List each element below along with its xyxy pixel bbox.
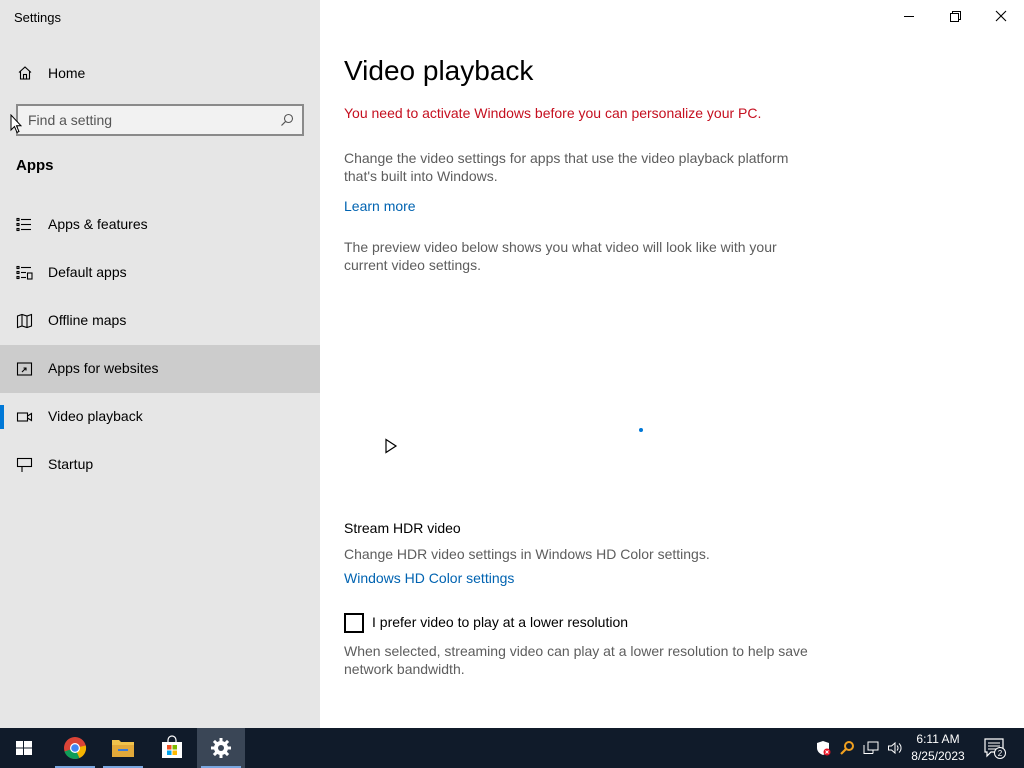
mouse-cursor-icon: [10, 114, 22, 134]
preview-description: The preview video below shows you what v…: [344, 239, 777, 273]
hdr-description: Change HDR video settings in Windows HD …: [344, 546, 710, 562]
play-icon[interactable]: [384, 438, 398, 454]
settings-window: Settings Home Apps: [0, 0, 1024, 768]
video-icon: [16, 412, 33, 422]
startup-icon: [16, 457, 33, 472]
taskbar-store[interactable]: [148, 728, 196, 768]
start-button[interactable]: [0, 728, 48, 768]
action-center-button[interactable]: 2: [976, 728, 1024, 768]
sidebar-item-label: Apps & features: [48, 216, 148, 232]
clock-time: 6:11 AM: [916, 732, 960, 746]
search-key-icon[interactable]: [839, 740, 855, 756]
learn-more-link[interactable]: Learn more: [344, 198, 416, 214]
video-preview[interactable]: [344, 290, 904, 500]
map-icon: [16, 313, 33, 329]
lower-resolution-checkbox[interactable]: [344, 613, 364, 633]
default-apps-icon: [16, 265, 33, 280]
loading-indicator: [639, 428, 643, 432]
sidebar-item-offline-maps[interactable]: Offline maps: [0, 297, 320, 345]
taskbar-clock[interactable]: 6:11 AM 8/25/2023: [908, 731, 968, 765]
taskbar-chrome[interactable]: [51, 728, 99, 768]
start-icon: [16, 741, 32, 755]
minimize-icon: [904, 16, 914, 17]
file-explorer-icon: [112, 740, 134, 757]
lower-resolution-help: When selected, streaming video can play …: [344, 643, 808, 677]
minimize-button[interactable]: [886, 0, 932, 32]
search-icon[interactable]: [280, 113, 294, 127]
section-title: Apps: [16, 157, 54, 174]
clock-date: 8/25/2023: [911, 749, 965, 763]
volume-icon[interactable]: [887, 740, 903, 756]
page-title: Video playback: [344, 55, 534, 86]
window-title: Settings: [14, 10, 61, 25]
main-content: Video playback You need to activate Wind…: [320, 0, 1024, 728]
hd-color-settings-link[interactable]: Windows HD Color settings: [344, 570, 514, 586]
home-nav-item[interactable]: Home: [0, 56, 320, 90]
sidebar-item-apps-features[interactable]: Apps & features: [0, 201, 320, 249]
description-text: Change the video settings for apps that …: [344, 150, 789, 184]
search-box[interactable]: [16, 104, 304, 136]
selection-indicator: [0, 405, 4, 429]
settings-icon: [211, 738, 231, 758]
taskbar-file-explorer[interactable]: [99, 728, 147, 768]
notification-count: 2: [998, 749, 1003, 758]
sidebar-item-default-apps[interactable]: Default apps: [0, 249, 320, 297]
home-icon: [18, 66, 32, 80]
security-shield-icon[interactable]: [815, 740, 831, 756]
sidebar: Settings Home Apps: [0, 0, 320, 728]
taskbar-settings[interactable]: [197, 728, 245, 768]
sidebar-item-apps-for-websites[interactable]: Apps for websites: [0, 345, 320, 393]
close-button[interactable]: [978, 0, 1024, 32]
sidebar-item-label: Video playback: [48, 408, 143, 424]
apps-websites-icon: [16, 362, 33, 376]
restore-button[interactable]: [932, 0, 978, 32]
restore-icon: [950, 11, 961, 22]
taskbar: 6:11 AM 8/25/2023 2: [0, 728, 1024, 768]
sidebar-item-startup[interactable]: Startup: [0, 441, 320, 489]
sidebar-item-label: Offline maps: [48, 312, 127, 328]
hdr-heading: Stream HDR video: [344, 520, 461, 536]
home-label: Home: [48, 65, 86, 81]
notification-icon: 2: [984, 738, 1006, 759]
close-icon: [995, 10, 1007, 22]
sidebar-item-label: Apps for websites: [48, 360, 159, 376]
chrome-icon: [64, 737, 87, 759]
lower-resolution-label[interactable]: I prefer video to play at a lower resolu…: [372, 614, 628, 630]
apps-features-icon: [16, 217, 31, 232]
sidebar-item-label: Startup: [48, 456, 94, 472]
sidebar-item-label: Default apps: [48, 264, 127, 280]
sidebar-item-video-playback[interactable]: Video playback: [0, 393, 320, 441]
activation-warning: You need to activate Windows before you …: [344, 105, 762, 121]
network-icon[interactable]: [863, 740, 879, 756]
search-input[interactable]: [18, 106, 276, 134]
store-icon: [162, 735, 182, 758]
